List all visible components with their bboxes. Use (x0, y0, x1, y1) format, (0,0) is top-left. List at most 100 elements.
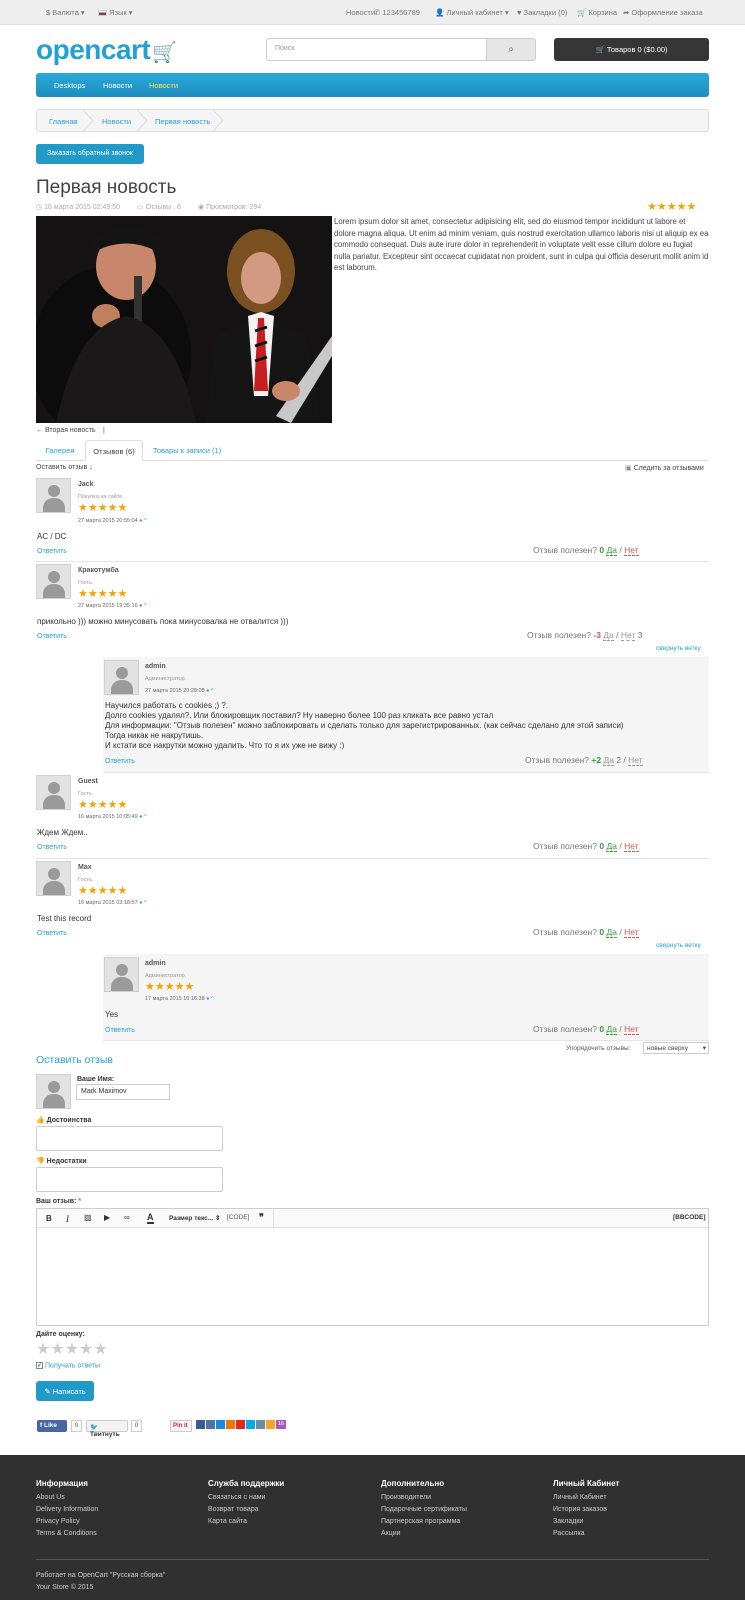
review-author: admin (145, 663, 166, 670)
subscribe-link[interactable]: ▣ Следить за отзывами (625, 464, 704, 472)
user-icon: 👤 (435, 8, 445, 17)
menu-item-news-active[interactable]: Новости (149, 81, 178, 90)
article-body: Lorem ipsum dolor sit amet, consectetur … (334, 217, 709, 272)
phone-link[interactable]: ✆ 123456789 (374, 8, 420, 17)
checkout-link[interactable]: ➦ Оформление заказа (623, 8, 703, 17)
leave-review-link[interactable]: Оставить отзыв ↓ (36, 464, 93, 471)
vote-yes[interactable]: Да (606, 927, 617, 938)
ok-share-icon[interactable] (226, 1420, 235, 1429)
vote-no[interactable]: Нет (620, 630, 636, 641)
video-icon[interactable]: ▶ (104, 1213, 110, 1222)
reply-link[interactable]: Ответить (105, 758, 135, 765)
review-textarea[interactable] (37, 1228, 708, 1325)
youtube-share-icon[interactable] (236, 1420, 245, 1429)
reply-link[interactable]: Ответить (37, 844, 67, 851)
more-share-icon[interactable] (266, 1420, 275, 1429)
avatar (36, 564, 71, 599)
collapse-thread-link[interactable]: свернуть ветку (656, 942, 701, 949)
reply-link[interactable]: Ответить (37, 548, 67, 555)
facebook-like-button[interactable]: f Like (37, 1420, 67, 1432)
vote-yes[interactable]: Да (603, 630, 614, 641)
mailru-share-icon[interactable] (216, 1420, 225, 1429)
article-image[interactable] (36, 216, 332, 423)
bold-button[interactable]: B (46, 1214, 52, 1223)
currency-dropdown[interactable]: $ Валюта ▾ (46, 8, 85, 17)
code-button[interactable]: [CODE] (227, 1214, 249, 1221)
reply-link[interactable]: Ответить (37, 930, 67, 937)
rating-input[interactable]: ★★★★★ (36, 1339, 108, 1359)
callback-button[interactable]: Заказать обратный звонок (36, 144, 144, 164)
footer-link[interactable]: Terms & Conditions (36, 1528, 98, 1540)
editor-toolbar: B I ▨ ▶ ∞ A Размер текс... ⇕ [CODE] ❞ [B… (37, 1209, 708, 1228)
tab-products[interactable]: Товары к записи (1) (150, 440, 224, 461)
vk-share-icon[interactable] (206, 1420, 215, 1429)
language-dropdown[interactable]: Язык ▾ (98, 8, 132, 17)
email-share-icon[interactable] (256, 1420, 265, 1429)
vote-no[interactable]: Нет (624, 545, 639, 556)
menu-item-news[interactable]: Новости (103, 81, 132, 90)
color-button[interactable]: A (147, 1213, 154, 1224)
name-input[interactable]: Mark Maximov (76, 1084, 170, 1100)
vote-yes[interactable]: Да (606, 545, 617, 556)
tweet-button[interactable]: 🐦Твитнуть (86, 1420, 128, 1438)
twitter-share-icon[interactable] (246, 1420, 255, 1429)
top-link-news[interactable]: Новости (346, 8, 375, 17)
footer-link[interactable]: Возврат товара (208, 1504, 284, 1516)
review-role: Администратор. (145, 973, 187, 979)
font-size-select[interactable]: Размер текс... ⇕ (169, 1214, 220, 1222)
wishlist-link[interactable]: ♥ Закладки (0) (517, 8, 567, 17)
breadcrumb-news[interactable]: Новости (102, 117, 131, 126)
pinterest-button[interactable]: Pin it (170, 1420, 192, 1432)
cart-button[interactable]: 🛒 Товаров 0 ($0.00) (554, 38, 709, 61)
footer-link[interactable]: Privacy Policy (36, 1516, 98, 1528)
vote-no[interactable]: Нет (624, 841, 639, 852)
footer-link[interactable]: История заказов (553, 1504, 619, 1516)
prev-news-link[interactable]: ← Вторая новость (36, 427, 96, 434)
logo[interactable]: opencart 🛒 (36, 34, 177, 66)
pros-textarea[interactable] (36, 1126, 223, 1151)
footer-link[interactable]: Delivery Information (36, 1504, 98, 1516)
account-dropdown[interactable]: 👤 Личный кабинет ▾ (435, 8, 509, 17)
reply-link[interactable]: Ответить (37, 633, 67, 640)
quote-icon[interactable]: ❞ (259, 1212, 264, 1223)
footer-link[interactable]: Производители (381, 1492, 467, 1504)
cart-link[interactable]: 🛒 Корзина (577, 8, 617, 17)
image-icon[interactable]: ▨ (84, 1213, 92, 1222)
breadcrumb-separator (137, 110, 148, 131)
vote-no[interactable]: Нет (628, 755, 643, 766)
sort-select[interactable]: новые сверху ▾ (643, 1042, 709, 1054)
reply-link[interactable]: Ответить (105, 1027, 135, 1034)
vote-yes[interactable]: Да (603, 755, 614, 766)
vote-no[interactable]: Нет (624, 1024, 639, 1035)
vote-yes[interactable]: Да (606, 841, 617, 852)
vote-no[interactable]: Нет (624, 927, 639, 938)
useful-score: 0 (599, 545, 605, 555)
link-icon[interactable]: ∞ (124, 1213, 130, 1222)
get-answers-checkbox[interactable]: ✓ Получать ответы (36, 1362, 100, 1369)
bbcode-toggle[interactable]: [BBCODE] (673, 1214, 706, 1221)
footer-link[interactable]: Подарочные сертификаты (381, 1504, 467, 1516)
search-button[interactable]: ⌕ (486, 38, 536, 61)
footer-link[interactable]: Рассылка (553, 1528, 619, 1540)
breadcrumb-current[interactable]: Первая новость (155, 117, 210, 126)
vote-slash: / (616, 630, 619, 640)
submit-review-button[interactable]: ✎ Написать (36, 1381, 94, 1401)
italic-button[interactable]: I (66, 1214, 69, 1224)
vote-yes[interactable]: Да (606, 1024, 617, 1035)
footer-link[interactable]: Закладки (553, 1516, 619, 1528)
tab-gallery[interactable]: Галерея (40, 440, 80, 461)
review-stars: ★★★★★ (78, 502, 128, 514)
cons-textarea[interactable] (36, 1167, 223, 1192)
menu-item-desktops[interactable]: Desktops (54, 81, 85, 90)
collapse-thread-link[interactable]: свернуть ветку (656, 645, 701, 652)
footer-link[interactable]: About Us (36, 1492, 98, 1504)
footer-link[interactable]: Связаться с нами (208, 1492, 284, 1504)
footer-link[interactable]: Акции (381, 1528, 467, 1540)
facebook-share-icon[interactable] (196, 1420, 205, 1429)
footer-link[interactable]: Карта сайта (208, 1516, 284, 1528)
search-input[interactable]: Поиск (266, 38, 487, 61)
footer-link[interactable]: Личный Кабинет (553, 1492, 619, 1504)
breadcrumb-home[interactable]: Главная (49, 117, 78, 126)
footer-link[interactable]: Партнерская программа (381, 1516, 467, 1528)
tab-reviews[interactable]: Отзывов (6) (85, 440, 143, 461)
